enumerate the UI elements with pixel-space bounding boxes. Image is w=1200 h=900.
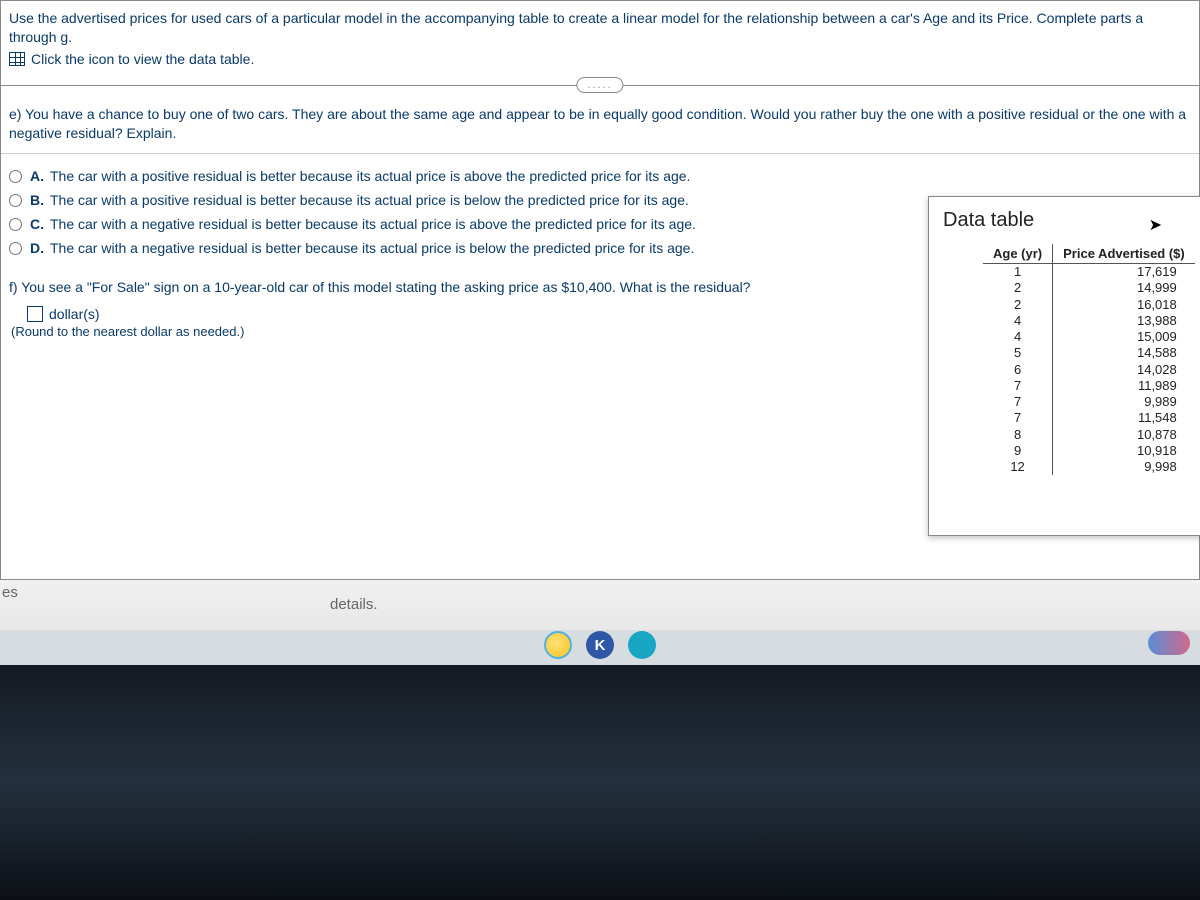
cell-price: 11,548 bbox=[1053, 410, 1195, 426]
taskbar-app1-icon[interactable] bbox=[544, 631, 572, 659]
cell-price: 17,619 bbox=[1053, 264, 1195, 281]
table-row: 117,619 bbox=[983, 264, 1195, 281]
table-row: 614,028 bbox=[983, 362, 1195, 378]
footer-details-text: details. bbox=[330, 596, 378, 613]
problem-intro: Use the advertised prices for used cars … bbox=[1, 1, 1199, 51]
question-e-text: e) You have a chance to buy one of two c… bbox=[1, 99, 1199, 154]
option-d-radio[interactable] bbox=[9, 242, 22, 255]
col-price-header: Price Advertised ($) bbox=[1053, 244, 1195, 264]
cell-price: 14,028 bbox=[1053, 362, 1195, 378]
option-c-radio[interactable] bbox=[9, 218, 22, 231]
table-row: 413,988 bbox=[983, 313, 1195, 329]
option-b-text: The car with a positive residual is bett… bbox=[50, 192, 689, 208]
table-row: 79,989 bbox=[983, 394, 1195, 410]
cell-price: 16,018 bbox=[1053, 297, 1195, 313]
table-icon bbox=[9, 52, 25, 66]
cell-age: 6 bbox=[983, 362, 1053, 378]
option-d-key: D. bbox=[30, 240, 44, 256]
cell-price: 14,588 bbox=[1053, 345, 1195, 361]
option-a-text: The car with a positive residual is bett… bbox=[50, 168, 690, 184]
taskbar-app3-icon[interactable] bbox=[628, 631, 656, 659]
dots-icon: ..... bbox=[576, 77, 623, 93]
table-row: 711,989 bbox=[983, 378, 1195, 394]
taskbar-app2-icon[interactable]: K bbox=[586, 631, 614, 659]
table-row: 810,878 bbox=[983, 427, 1195, 443]
question-panel: Use the advertised prices for used cars … bbox=[0, 0, 1200, 580]
option-b-label: B. The car with a positive residual is be… bbox=[30, 192, 689, 208]
option-a[interactable]: A. The car with a positive residual is be… bbox=[9, 164, 1189, 188]
cell-price: 11,989 bbox=[1053, 378, 1195, 394]
cell-age: 7 bbox=[983, 394, 1053, 410]
cell-age: 4 bbox=[983, 329, 1053, 345]
cell-price: 10,918 bbox=[1053, 443, 1195, 459]
cell-age: 8 bbox=[983, 427, 1053, 443]
cell-price: 14,999 bbox=[1053, 280, 1195, 296]
cell-age: 5 bbox=[983, 345, 1053, 361]
footer-bar: es details. bbox=[0, 580, 1200, 630]
desktop-background bbox=[0, 665, 1200, 900]
cell-price: 9,989 bbox=[1053, 394, 1195, 410]
option-b-radio[interactable] bbox=[9, 194, 22, 207]
option-d-label: D. The car with a negative residual is be… bbox=[30, 240, 694, 256]
table-row: 216,018 bbox=[983, 297, 1195, 313]
taskbar: K bbox=[0, 625, 1200, 665]
cell-price: 15,009 bbox=[1053, 329, 1195, 345]
cell-age: 4 bbox=[983, 313, 1053, 329]
cell-price: 10,878 bbox=[1053, 427, 1195, 443]
table-row: 910,918 bbox=[983, 443, 1195, 459]
option-a-radio[interactable] bbox=[9, 170, 22, 183]
option-a-key: A. bbox=[30, 168, 44, 184]
view-data-link[interactable]: Click the icon to view the data table. bbox=[1, 51, 1199, 77]
table-row: 711,548 bbox=[983, 410, 1195, 426]
section-divider: ..... bbox=[1, 77, 1199, 93]
cell-age: 2 bbox=[983, 297, 1053, 313]
cell-age: 9 bbox=[983, 443, 1053, 459]
option-d-text: The car with a negative residual is bett… bbox=[50, 240, 694, 256]
cell-age: 2 bbox=[983, 280, 1053, 296]
cell-price: 9,998 bbox=[1053, 459, 1195, 475]
taskbar-right-pill[interactable] bbox=[1148, 631, 1190, 655]
option-c-label: C. The car with a negative residual is be… bbox=[30, 216, 696, 232]
cell-age: 1 bbox=[983, 264, 1053, 281]
table-row: 129,998 bbox=[983, 459, 1195, 475]
cursor-icon: ➤ bbox=[1149, 215, 1162, 235]
option-b-key: B. bbox=[30, 192, 44, 208]
table-row: 214,999 bbox=[983, 280, 1195, 296]
option-c-text: The car with a negative residual is bett… bbox=[50, 216, 696, 232]
cell-age: 12 bbox=[983, 459, 1053, 475]
view-data-text: Click the icon to view the data table. bbox=[31, 51, 254, 67]
data-table: Age (yr) Price Advertised ($) 117,619214… bbox=[983, 244, 1195, 475]
footer-left-text: es bbox=[2, 584, 18, 601]
data-table-popup: Data table ➤ Age (yr) Price Advertised (… bbox=[928, 196, 1200, 536]
option-c-key: C. bbox=[30, 216, 44, 232]
cell-price: 13,988 bbox=[1053, 313, 1195, 329]
col-age-header: Age (yr) bbox=[983, 244, 1053, 264]
option-a-label: A. The car with a positive residual is be… bbox=[30, 168, 690, 184]
cell-age: 7 bbox=[983, 410, 1053, 426]
answer-input[interactable] bbox=[27, 306, 43, 322]
table-row: 514,588 bbox=[983, 345, 1195, 361]
table-row: 415,009 bbox=[983, 329, 1195, 345]
cell-age: 7 bbox=[983, 378, 1053, 394]
answer-unit: dollar(s) bbox=[49, 306, 100, 322]
